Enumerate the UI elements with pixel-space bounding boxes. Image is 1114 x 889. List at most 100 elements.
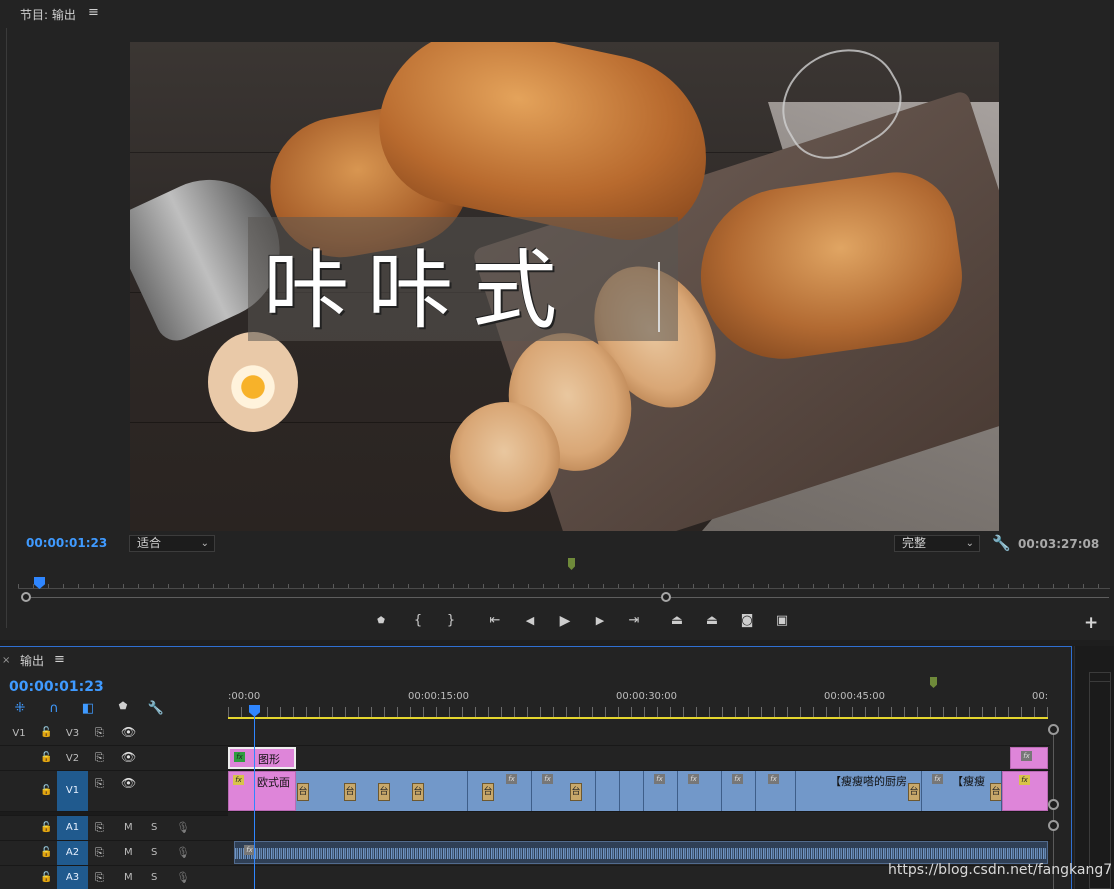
marker-icon[interactable] [568, 558, 575, 570]
mute-button[interactable]: M [124, 847, 133, 858]
track-header-a2: 🔓 A2 ⎘ M S 🎙 [0, 841, 228, 866]
mini-marker: 台 [412, 783, 424, 801]
linked-selection-icon[interactable]: ◧ [79, 701, 97, 716]
solo-button[interactable]: S [151, 847, 157, 858]
go-to-out-button[interactable]: ⇥ [623, 611, 645, 631]
monitor-title[interactable]: 节目: 输出 [20, 6, 76, 23]
button-editor-add-button[interactable]: + [1084, 613, 1098, 633]
scroll-handle-audio-top[interactable] [1048, 820, 1059, 831]
lock-icon[interactable]: 🔓 [40, 727, 52, 738]
timeline-ruler-labels: :00:00 00:00:15:00 00:00:30:00 00:00:45:… [228, 691, 1050, 705]
step-forward-button[interactable]: ▶ [589, 611, 611, 631]
lock-icon[interactable]: 🔓 [40, 822, 52, 833]
monitor-header: 节目: 输出 ≡ [0, 0, 1114, 28]
scroll-handle-bottom[interactable] [1048, 799, 1059, 810]
work-area-bar[interactable] [228, 717, 1048, 719]
track-target-v2[interactable]: V2 [57, 753, 88, 764]
timeline-ruler[interactable] [228, 707, 1048, 717]
close-icon[interactable]: × [2, 655, 10, 666]
track-target-v3[interactable]: V3 [57, 728, 88, 739]
sync-lock-icon[interactable]: ⎘ [95, 777, 104, 791]
video-clip[interactable]: fx [644, 771, 678, 811]
track-target-a1[interactable]: A1 [57, 816, 88, 840]
video-clip[interactable] [620, 771, 644, 811]
title-overlay-text[interactable]: 咔咔式 [263, 220, 575, 345]
video-clip[interactable]: fx 欧式面 [228, 771, 296, 811]
nest-toggle-icon[interactable]: ⁜ [11, 701, 29, 716]
ruler-label: 00:00:45:00 [824, 691, 886, 702]
video-preview[interactable]: 咔咔式 [130, 42, 999, 531]
sequence-marker-icon[interactable] [930, 677, 937, 688]
track-v3[interactable] [228, 721, 1050, 746]
playhead-timecode[interactable]: 00:00:01:23 [26, 536, 107, 550]
video-clip[interactable]: fx [722, 771, 756, 811]
microphone-icon[interactable]: 🎙 [176, 871, 190, 884]
step-back-button[interactable]: ◀ [519, 611, 541, 631]
mute-button[interactable]: M [124, 822, 133, 833]
settings-wrench-icon[interactable]: 🔧 [992, 534, 1011, 552]
track-header-v1: 🔓 V1 ⎘ 👁 [0, 771, 228, 812]
video-clip[interactable]: 台 台 台 台 [296, 771, 468, 811]
track-v1[interactable]: fx 欧式面 台 台 台 台 fx 台 fx 台 fx fx fx fx 【瘦瘦… [228, 771, 1050, 812]
microphone-icon[interactable]: 🎙 [176, 821, 190, 834]
video-clip[interactable]: fx 台 [468, 771, 532, 811]
graphic-clip[interactable]: fx 图形 [228, 747, 296, 769]
timeline-menu-icon[interactable]: ≡ [54, 652, 65, 667]
timeline-timecode[interactable]: 00:00:01:23 [9, 679, 104, 695]
video-clip[interactable]: fx 【瘦瘦 台 [922, 771, 1002, 811]
play-button[interactable]: ▶ [554, 611, 576, 631]
zoom-scrollbar-start-handle[interactable] [21, 592, 31, 602]
chevron-down-icon: ⌄ [965, 538, 974, 549]
solo-button[interactable]: S [151, 872, 157, 883]
zoom-scrollbar[interactable] [24, 597, 1109, 598]
sequence-tab[interactable]: 输出 [20, 652, 44, 669]
export-frame-button[interactable]: ◙ [736, 611, 758, 631]
solo-button[interactable]: S [151, 822, 157, 833]
source-patch-v1[interactable]: V1 [8, 728, 30, 739]
video-clip[interactable]: fx [756, 771, 796, 811]
eye-icon[interactable]: 👁 [121, 725, 136, 739]
lock-icon[interactable]: 🔓 [40, 872, 52, 883]
mark-in-button[interactable]: { [407, 611, 429, 631]
video-clip[interactable]: fx [678, 771, 722, 811]
extract-button[interactable]: ⏏ [701, 611, 723, 631]
monitor-menu-icon[interactable]: ≡ [88, 5, 99, 20]
track-v2[interactable]: fx 图形 fx [228, 746, 1050, 771]
sync-lock-icon[interactable]: ⎘ [95, 751, 104, 765]
snap-magnet-icon[interactable]: ∩ [45, 701, 63, 716]
eye-icon[interactable]: 👁 [121, 750, 136, 764]
comparison-view-button[interactable]: ▣ [771, 611, 793, 631]
eye-icon[interactable]: 👁 [121, 776, 136, 790]
audio-clip-waveform[interactable] [234, 841, 1048, 864]
sync-lock-icon[interactable]: ⎘ [95, 726, 104, 740]
track-target-a2[interactable]: A2 [57, 841, 88, 865]
ruler-label: 00:00:15:00 [408, 691, 470, 702]
scroll-handle-top[interactable] [1048, 724, 1059, 735]
mute-button[interactable]: M [124, 872, 133, 883]
track-target-v1[interactable]: V1 [57, 771, 88, 811]
video-clip[interactable]: 【瘦瘦嗒的厨房 台 [796, 771, 922, 811]
sync-lock-icon[interactable]: ⎘ [95, 871, 104, 885]
lock-icon[interactable]: 🔓 [40, 785, 52, 796]
microphone-icon[interactable]: 🎙 [176, 846, 190, 859]
mark-out-button[interactable]: } [440, 611, 462, 631]
sync-lock-icon[interactable]: ⎘ [95, 846, 104, 860]
timeline-settings-wrench-icon[interactable]: 🔧 [147, 701, 165, 716]
add-marker-button[interactable]: ⬟ [370, 611, 392, 631]
video-clip[interactable] [596, 771, 620, 811]
lift-button[interactable]: ⏏ [666, 611, 688, 631]
go-to-in-button[interactable]: ⇤ [484, 611, 506, 631]
zoom-level-select[interactable]: 适合 ⌄ [129, 535, 215, 552]
playback-resolution-select[interactable]: 完整 ⌄ [894, 535, 980, 552]
video-clip[interactable]: fx [1002, 771, 1048, 811]
zoom-scrollbar-end-handle[interactable] [661, 592, 671, 602]
lock-icon[interactable]: 🔓 [40, 752, 52, 763]
monitor-time-ruler[interactable] [18, 576, 1110, 589]
lock-icon[interactable]: 🔓 [40, 847, 52, 858]
add-marker-icon[interactable]: ⬟ [114, 701, 132, 712]
video-clip[interactable]: fx 台 [532, 771, 596, 811]
sync-lock-icon[interactable]: ⎘ [95, 821, 104, 835]
graphic-clip[interactable]: fx [1010, 747, 1048, 769]
track-target-a3[interactable]: A3 [57, 866, 88, 889]
track-a1[interactable] [228, 816, 1050, 841]
